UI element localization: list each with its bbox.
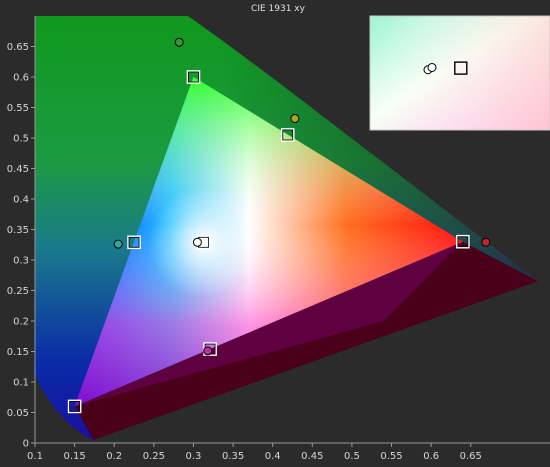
y-tick-label: 0 [23, 439, 29, 450]
y-tick-label: 0.3 [13, 256, 29, 267]
measured-point [192, 237, 202, 247]
x-tick-label: 0.4 [265, 451, 281, 462]
measured-point [290, 113, 300, 123]
measured-point [481, 237, 491, 247]
x-tick-label: 0.5 [344, 451, 360, 462]
measured-point [174, 37, 184, 47]
white-point-glow [148, 187, 259, 298]
x-tick-label: 0.3 [186, 451, 202, 462]
measured-point [113, 239, 123, 249]
x-tick-label: 0.45 [301, 451, 323, 462]
y-tick-label: 0.5 [13, 134, 29, 145]
measured-point [203, 346, 213, 356]
y-tick-label: 0.35 [7, 225, 29, 236]
y-tick-label: 0.4 [13, 195, 29, 206]
inset-tint [370, 16, 550, 130]
y-tick-label: 0.1 [13, 378, 29, 389]
y-tick-label: 0.45 [7, 164, 29, 175]
inset-zoom [369, 15, 550, 131]
x-tick-label: 0.15 [63, 451, 85, 462]
y-tick-label: 0.6 [13, 73, 29, 84]
y-tick-label: 0.2 [13, 317, 29, 328]
x-tick-label: 0.1 [27, 451, 43, 462]
inset-measured-point [427, 62, 437, 72]
y-tick-label: 0.55 [7, 103, 29, 114]
y-tick-label: 0.25 [7, 286, 29, 297]
x-tick-label: 0.25 [143, 451, 165, 462]
cie-chart: 0 0.05 0.1 0.15 0.2 0.25 0.3 0.35 0.4 0.45 0.5 0.55… [7, 4, 550, 462]
chart-title: CIE 1931 xy [251, 4, 306, 14]
y-tick-label: 0.15 [7, 347, 29, 358]
x-tick-label: 0.6 [423, 451, 439, 462]
y-tick-label: 0.65 [7, 42, 29, 53]
x-tick-label: 0.65 [460, 451, 482, 462]
x-tick-label: 0.55 [380, 451, 402, 462]
x-tick-label: 0.2 [106, 451, 122, 462]
x-tick-label: 0.35 [222, 451, 244, 462]
y-tick-label: 0.05 [7, 408, 29, 419]
